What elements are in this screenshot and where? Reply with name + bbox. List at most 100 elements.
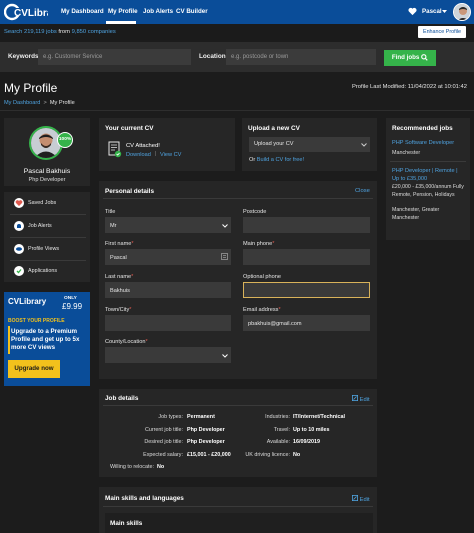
avatar[interactable] bbox=[453, 3, 471, 21]
chevron-down-icon bbox=[361, 143, 367, 149]
nav-my-dashboard[interactable]: My Dashboard bbox=[61, 8, 104, 15]
location-input[interactable]: e.g. postcode or town bbox=[226, 49, 376, 65]
nav-job-alerts[interactable]: Job Alerts bbox=[143, 8, 173, 15]
required-mark: * bbox=[131, 241, 134, 247]
or-text: Or bbox=[249, 157, 256, 163]
breadcrumb: My Dashboard > My Profile bbox=[4, 100, 75, 106]
recommended-job-location: Manchester, Greater Manchester bbox=[392, 207, 440, 221]
cv-library-logo[interactable]: CVLibrary bbox=[3, 3, 62, 21]
email-input[interactable]: pbakhuis@gmail.com bbox=[243, 315, 370, 331]
promo-logo: CVLibrary bbox=[8, 297, 47, 306]
promo-accent bbox=[8, 326, 10, 354]
side-menu-applications[interactable]: Applications bbox=[28, 268, 57, 274]
last-name-input[interactable]: Bakhuis bbox=[105, 282, 231, 298]
postcode-label: Postcode bbox=[243, 209, 267, 215]
search-jobs-link[interactable]: Search 219,119 jobs bbox=[4, 29, 57, 35]
divider bbox=[10, 214, 86, 215]
companies-link[interactable]: 9,850 companies bbox=[72, 29, 116, 35]
job-details-title: Job details bbox=[105, 395, 139, 402]
travel-value: Up to 10 miles bbox=[293, 427, 330, 433]
email-label: Email address* bbox=[243, 307, 281, 313]
desired-job-title-label: Desired job title: bbox=[144, 439, 183, 445]
from-text: from bbox=[58, 29, 70, 35]
town-city-label: Town/City* bbox=[105, 307, 131, 313]
recommended-title: Recommended jobs bbox=[392, 125, 453, 132]
chevron-down-icon[interactable] bbox=[442, 10, 447, 14]
search-summary: Search 219,119 jobs from 9,850 companies bbox=[4, 29, 116, 35]
edit-icon bbox=[352, 395, 358, 401]
upload-cv-title: Upload a new CV bbox=[248, 125, 300, 132]
email-label-text: Email address bbox=[243, 307, 279, 313]
job-type-label: Job types: bbox=[158, 414, 183, 420]
build-cv-line: Or Build a CV for free! bbox=[249, 157, 304, 163]
main-phone-label: Main phone* bbox=[243, 241, 274, 247]
driving-licence-value: No bbox=[293, 452, 301, 458]
divider bbox=[103, 405, 373, 406]
required-mark: * bbox=[278, 307, 281, 313]
side-menu-job-alerts[interactable]: Job Alerts bbox=[28, 223, 52, 229]
upload-cv-select-value: Upload your CV bbox=[254, 141, 294, 147]
logo-text: CVLibrary bbox=[14, 8, 48, 19]
divider bbox=[10, 260, 86, 261]
main-phone-label-text: Main phone bbox=[243, 241, 273, 247]
divider bbox=[0, 110, 474, 111]
first-name-label: First name* bbox=[105, 241, 134, 247]
email-value: pbakhuis@gmail.com bbox=[248, 321, 302, 327]
required-mark: * bbox=[145, 339, 148, 345]
breadcrumb-dashboard[interactable]: My Dashboard bbox=[4, 100, 40, 106]
industries-label: Industries: bbox=[265, 414, 290, 420]
job-type-value: Permanent bbox=[187, 414, 215, 420]
county-select[interactable] bbox=[105, 347, 231, 363]
divider bbox=[103, 506, 373, 507]
skills-edit[interactable]: Edit bbox=[352, 495, 370, 503]
recommended-job-title[interactable]: PHP Software Developer bbox=[392, 140, 464, 146]
nav-my-profile[interactable]: My Profile bbox=[108, 8, 138, 15]
optional-phone-input[interactable] bbox=[243, 282, 370, 298]
heart-icon bbox=[14, 198, 24, 208]
title-select[interactable]: Mr bbox=[105, 217, 231, 233]
job-details-edit[interactable]: Edit bbox=[352, 395, 370, 403]
skills-edit-label: Edit bbox=[359, 497, 370, 503]
promo-boost: BOOST YOUR PROFILE bbox=[8, 318, 65, 324]
personal-close-link[interactable]: Close bbox=[355, 188, 370, 194]
side-menu-profile-views[interactable]: Profile Views bbox=[28, 246, 59, 252]
required-mark: * bbox=[131, 274, 134, 280]
view-cv-link[interactable]: View CV bbox=[160, 152, 181, 158]
driving-licence-label: UK driving licence: bbox=[245, 452, 290, 458]
personal-details-title: Personal details bbox=[105, 188, 155, 195]
keywords-input[interactable]: e.g. Customer Service bbox=[38, 49, 191, 65]
divider bbox=[10, 237, 86, 238]
title-label: Title bbox=[105, 209, 116, 215]
heart-icon[interactable] bbox=[408, 7, 417, 16]
relocate-label: Willing to relocate: bbox=[109, 464, 154, 470]
enhance-profile-button[interactable]: Enhance Profile bbox=[418, 26, 466, 38]
main-skills-box bbox=[105, 513, 373, 533]
promo-headline: Upgrade to a Premium Profile and get up … bbox=[11, 328, 80, 351]
recommended-job-salary: £20,000 - £35,000/annum Fully Remote, Pe… bbox=[392, 184, 464, 198]
bell-icon bbox=[14, 221, 24, 231]
county-label: County/Location* bbox=[105, 339, 148, 345]
title-select-value: Mr bbox=[110, 223, 117, 229]
nav-cv-builder[interactable]: CV Builder bbox=[176, 8, 208, 15]
county-label-text: County/Location bbox=[105, 339, 146, 345]
current-cv-title: Your current CV bbox=[105, 125, 154, 132]
download-cv-link[interactable]: Download bbox=[126, 152, 151, 158]
promo-only: ONLY bbox=[64, 296, 77, 301]
recommended-job-title[interactable]: PHP Developer | Remote | Up to £35,000 bbox=[392, 168, 466, 183]
main-phone-input[interactable] bbox=[243, 249, 370, 265]
find-jobs-button[interactable]: Find jobs bbox=[384, 50, 436, 66]
relocate-value: No bbox=[157, 464, 165, 470]
cv-attached: CV Attached! bbox=[126, 143, 160, 149]
town-city-input[interactable] bbox=[105, 315, 231, 331]
first-name-input[interactable]: Pascal bbox=[105, 249, 231, 265]
divider bbox=[103, 198, 373, 199]
postcode-input[interactable] bbox=[243, 217, 370, 233]
user-menu-name[interactable]: Pascal bbox=[422, 8, 442, 15]
upgrade-now-button[interactable]: Upgrade now bbox=[8, 360, 60, 378]
upload-cv-select[interactable]: Upload your CV bbox=[249, 137, 370, 152]
build-cv-link[interactable]: Build a CV for free! bbox=[257, 157, 304, 163]
last-name-label: Last name* bbox=[105, 274, 133, 280]
optional-phone-label: Optional phone bbox=[243, 274, 281, 280]
divider bbox=[390, 161, 466, 162]
side-menu-saved-jobs[interactable]: Saved Jobs bbox=[28, 200, 56, 206]
